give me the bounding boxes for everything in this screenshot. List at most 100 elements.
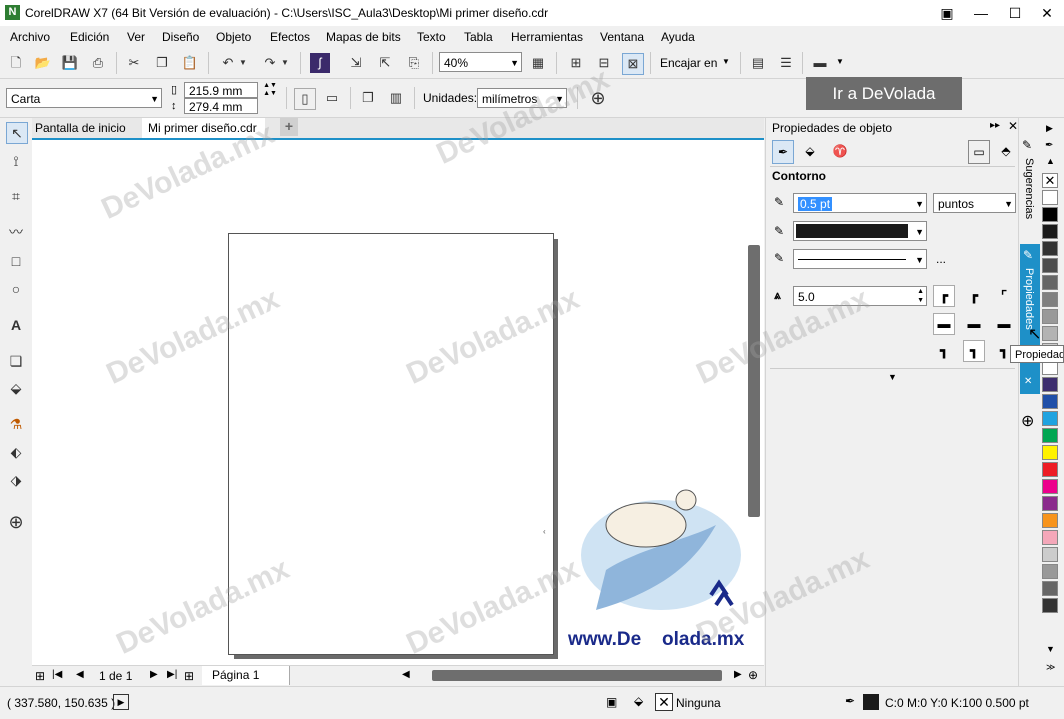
palette-up-icon[interactable]: ▲ [1046, 156, 1055, 166]
add-docker-icon[interactable]: ⊕ [1021, 411, 1034, 431]
menu-efectos[interactable]: Efectos [270, 30, 310, 44]
menu-tabla[interactable]: Tabla [464, 30, 493, 44]
fill-options-icon[interactable]: ⬘ [996, 140, 1016, 162]
page-tab[interactable]: Página 1 [202, 666, 291, 685]
position-center-icon[interactable]: ┓ [963, 340, 985, 362]
panel-close-icon[interactable]: ✕ [1008, 119, 1018, 133]
transparency-tab-icon[interactable]: ♈ [830, 140, 850, 162]
menu-ventana[interactable]: Ventana [600, 30, 644, 44]
eyedropper-tool-icon[interactable]: ⚗ [6, 414, 26, 434]
menu-texto[interactable]: Texto [417, 30, 446, 44]
grid-icon[interactable]: ⊟ [594, 53, 614, 73]
paper-size-combo[interactable]: Carta ▼ [6, 88, 162, 108]
launch-icon[interactable]: ▬ [810, 53, 830, 73]
menu-ver[interactable]: Ver [127, 30, 145, 44]
tab-sugerencias[interactable]: Sugerencias [1023, 158, 1035, 219]
new-tab-icon[interactable]: + [280, 118, 298, 136]
outline-width-combo[interactable]: 0.5 pt ▼ [793, 193, 927, 213]
color-swatch[interactable] [1042, 309, 1058, 324]
scroll-right-icon[interactable]: ▶ [734, 669, 742, 680]
color-swatch[interactable] [1042, 224, 1058, 239]
page-width-input[interactable]: 215.9 mm [184, 82, 258, 98]
corner-miter-icon[interactable]: ┏ [933, 285, 955, 307]
fill-icon[interactable]: ⬙ [634, 694, 643, 708]
miter-limit-input[interactable]: 5.0 ▲ ▼ [793, 286, 927, 306]
cut-icon[interactable]: ✂ [124, 53, 144, 73]
import-icon[interactable]: ⇲ [346, 53, 366, 73]
export-icon[interactable]: ⇱ [375, 53, 395, 73]
corner-round-icon[interactable]: ┏ [963, 285, 985, 307]
copy-icon[interactable]: ❐ [152, 53, 172, 73]
miter-spinner[interactable]: ▲ ▼ [917, 287, 924, 305]
color-swatch[interactable] [1042, 445, 1058, 460]
menu-objeto[interactable]: Objeto [216, 30, 251, 44]
outline-unit-combo[interactable]: puntos ▼ [933, 193, 1016, 213]
redo-icon[interactable]: ↷ [260, 53, 280, 73]
horizontal-scrollbar[interactable] [432, 670, 722, 681]
scroll-left-icon[interactable]: ◀ [402, 669, 410, 680]
close-button[interactable]: ✕ [1030, 2, 1064, 24]
position-outside-icon[interactable]: ┓ [933, 340, 955, 362]
paste-icon[interactable]: 📋 [180, 53, 200, 73]
add-page-after-icon[interactable]: ⊞ [184, 669, 194, 683]
line-style-more-button[interactable]: ... [936, 252, 946, 266]
color-swatch[interactable] [1042, 581, 1058, 596]
panel-expand-more-icon[interactable]: ▼ [770, 368, 1015, 385]
drawing-page[interactable] [228, 233, 554, 655]
outline-tab-icon[interactable]: ✒ [772, 140, 794, 164]
zoom-icon[interactable]: ⊕ [748, 668, 758, 682]
color-swatch[interactable] [1042, 377, 1058, 392]
color-swatch[interactable] [1042, 190, 1058, 205]
full-screen-icon[interactable]: ▦ [528, 53, 548, 73]
all-pages-icon[interactable]: ❐ [358, 88, 378, 108]
next-page-icon[interactable]: ▶ [150, 669, 158, 680]
color-swatch[interactable] [1042, 496, 1058, 511]
line-style-combo[interactable]: ▼ [793, 249, 927, 269]
color-swatch[interactable] [1042, 394, 1058, 409]
redo-dropdown-icon[interactable]: ▼ [280, 53, 290, 73]
properties-icon[interactable]: ✎ [1023, 248, 1033, 262]
color-swatch[interactable] [1042, 462, 1058, 477]
zoom-level-combo[interactable]: 40% ▼ [439, 52, 522, 72]
menu-diseno[interactable]: Diseño [162, 30, 199, 44]
undo-icon[interactable]: ↶ [218, 53, 238, 73]
drop-shadow-tool-icon[interactable]: ❏ [6, 351, 26, 371]
print-icon[interactable]: ⎙ [88, 53, 108, 73]
tab-propiedades[interactable]: Propiedades [1023, 268, 1035, 330]
chevron-down-icon[interactable]: ▼ [722, 57, 730, 66]
cap-round-icon[interactable]: ▬ [963, 313, 985, 335]
landscape-icon[interactable]: ▭ [322, 88, 342, 108]
corner-bevel-icon[interactable]: ⌜ [993, 285, 1015, 307]
search-content-icon[interactable]: ʃ [310, 53, 330, 73]
panel-expand-icon[interactable]: ▸▸ [990, 120, 1000, 131]
color-swatch[interactable] [1042, 275, 1058, 290]
smart-fill-tool-icon[interactable]: ⬗ [6, 470, 26, 490]
freehand-tool-icon[interactable]: 〰 [6, 222, 26, 242]
new-document-icon[interactable]: 🗋 [6, 53, 26, 73]
tab-mi-primer-diseno[interactable]: Mi primer diseño.cdr [142, 118, 265, 138]
outline-pen-icon[interactable]: ✒ [845, 694, 855, 708]
user-icon[interactable]: ▣ [930, 2, 964, 24]
add-icon[interactable]: ⊕ [588, 88, 608, 108]
text-tool-icon[interactable]: A [6, 315, 26, 335]
crop-tool-icon[interactable]: ⌗ [6, 186, 26, 206]
color-swatch[interactable] [1042, 547, 1058, 562]
transparency-tool-icon[interactable]: ⬙ [6, 378, 26, 398]
snap-icon[interactable]: ⊠ [622, 53, 644, 75]
page-height-input[interactable]: 279.4 mm [184, 98, 258, 114]
no-color-swatch[interactable]: ✕ [1042, 173, 1058, 188]
cap-square-icon[interactable]: ▬ [933, 313, 955, 335]
current-page-icon[interactable]: ▥ [386, 88, 406, 108]
ad-button[interactable]: Ir a DeVolada [806, 77, 962, 110]
summary-icon[interactable]: ▭ [968, 140, 990, 164]
chevron-down-icon[interactable]: ▼ [836, 57, 844, 66]
menu-ayuda[interactable]: Ayuda [661, 30, 695, 44]
docker-close-icon[interactable]: ✕ [1024, 376, 1032, 387]
color-swatch[interactable] [1042, 530, 1058, 545]
menu-herramientas[interactable]: Herramientas [511, 30, 583, 44]
color-swatch[interactable] [1042, 513, 1058, 528]
units-combo[interactable]: milímetros ▼ [477, 88, 567, 108]
undo-dropdown-icon[interactable]: ▼ [238, 53, 248, 73]
document-color-icon[interactable]: ▣ [606, 695, 617, 709]
save-icon[interactable]: 💾 [60, 53, 80, 73]
